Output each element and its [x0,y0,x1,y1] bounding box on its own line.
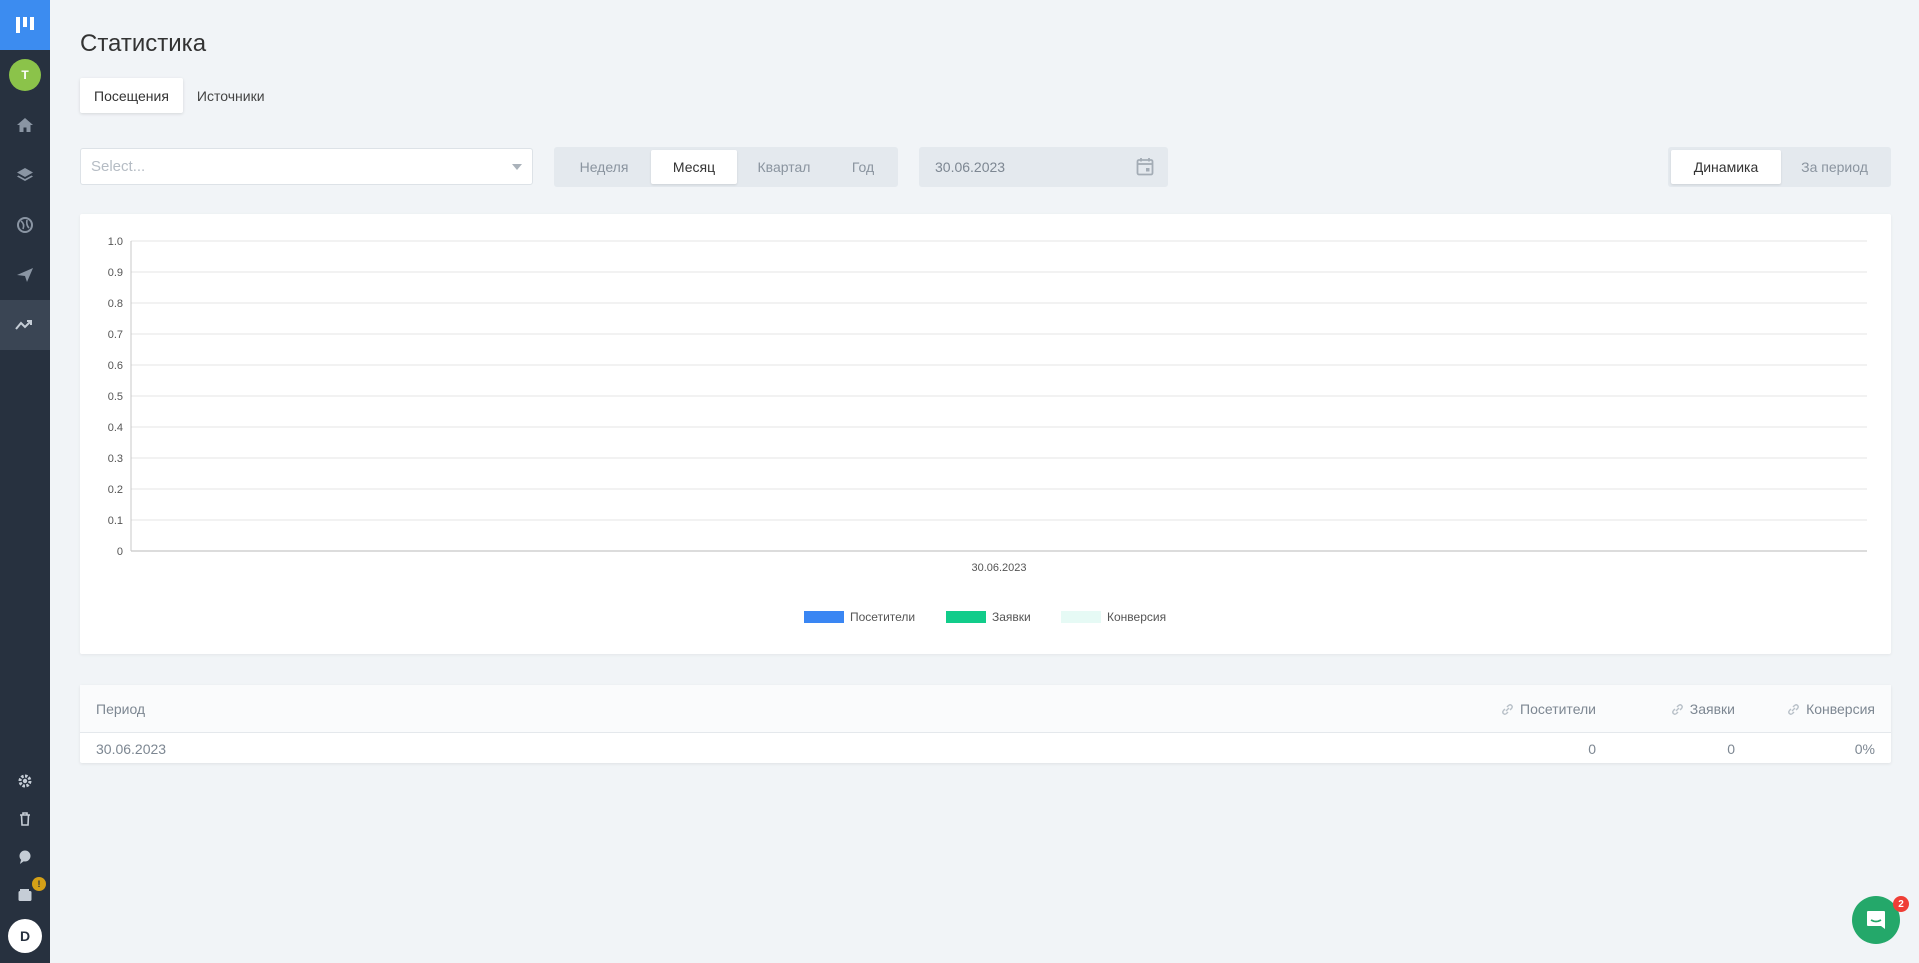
logo-icon [16,17,34,33]
home-icon [17,118,33,132]
logo[interactable] [0,0,50,50]
period-switch: Неделя Месяц Квартал Год [554,147,898,187]
analytics-icon [15,320,32,330]
chat-icon [1867,911,1885,929]
y-tick-label: 0.9 [108,267,123,279]
mode-switch: Динамика За период [1668,147,1891,187]
legend-swatch [1061,611,1101,623]
link-icon [1502,703,1513,715]
site-select[interactable]: Select... [80,148,533,185]
x-tick-label: 30.06.2023 [971,562,1026,574]
sidebar-item-home[interactable] [0,100,50,150]
notice-badge: ! [32,877,46,891]
globe-icon [17,217,33,233]
layers-icon [17,168,33,181]
legend-swatch [804,611,844,623]
user-avatar[interactable]: D [8,919,42,953]
y-tick-label: 1.0 [108,236,123,248]
y-tick-label: 0.5 [108,391,123,403]
sidebar-item-support[interactable] [12,844,38,870]
legend-swatch [946,611,986,623]
period-year-button[interactable]: Год [831,150,895,184]
legend-label: Конверсия [1107,610,1166,624]
stats-table: Период Посетители Заявки Конверсия 30.06… [80,685,1891,763]
column-header-requests[interactable]: Заявки [1671,701,1735,717]
y-tick-label: 0.1 [108,515,123,527]
sidebar-item-globe[interactable] [0,200,50,250]
column-label-requests: Заявки [1689,701,1735,717]
cell-visitors: 0 [1588,741,1596,757]
y-tick-label: 0.2 [108,484,123,496]
cell-requests: 0 [1727,741,1735,757]
tabs: Посещения Источники [80,78,279,113]
trash-icon [20,812,30,826]
column-header-conversion[interactable]: Конверсия [1787,701,1875,717]
send-icon [17,268,33,282]
column-header-visitors[interactable]: Посетители [1501,701,1596,717]
table-row: 30.06.2023 0 0 0% [80,733,1891,763]
chat-bubble-icon [19,850,31,864]
link-icon [1788,703,1800,715]
tab-visits[interactable]: Посещения [80,78,183,113]
column-label-period: Период [96,701,146,717]
chart-card: 0 0.1 0.2 0.3 0.4 0.5 0.6 0.7 0.8 0.9 1.0 30.06.202… [80,214,1891,654]
column-header-period[interactable]: Период [96,701,145,717]
link-icon [1671,703,1683,715]
y-tick-label: 0 [117,546,123,558]
y-tick-label: 0.4 [108,422,123,434]
period-quarter-button[interactable]: Квартал [737,150,831,184]
page-title: Статистика [80,30,207,57]
legend-label: Заявки [992,610,1031,624]
sidebar-item-settings[interactable] [12,768,38,794]
column-label-visitors: Посетители [1520,701,1596,717]
y-tick-label: 0.7 [108,329,123,341]
chat-unread-badge: 2 [1893,896,1909,912]
cell-period: 30.06.2023 [96,741,167,757]
table-header: Период Посетители Заявки Конверсия [80,685,1891,733]
column-label-conversion: Конверсия [1806,701,1875,717]
y-tick-label: 0.3 [108,453,123,465]
date-picker[interactable]: 30.06.2023 [919,147,1168,187]
wallet-icon [18,889,32,901]
y-tick-label: 0.8 [108,298,123,310]
date-value: 30.06.2023 [935,159,1006,175]
legend-label: Посетители [850,610,915,624]
tab-sources[interactable]: Источники [183,78,279,113]
select-placeholder: Select... [91,158,146,175]
mode-dynamics-button[interactable]: Динамика [1671,150,1781,184]
visits-chart: 0 0.1 0.2 0.3 0.4 0.5 0.6 0.7 0.8 0.9 1.0 30.06.202… [108,236,1867,624]
sidebar-item-analytics[interactable] [0,300,50,350]
sidebar-item-layers[interactable] [0,150,50,200]
chevron-down-icon [512,164,522,170]
project-avatar[interactable]: T [9,59,41,91]
sidebar-item-trash[interactable] [12,806,38,832]
calendar-icon [1136,158,1154,176]
cell-conversion: 0% [1854,741,1875,757]
period-week-button[interactable]: Неделя [557,150,651,184]
period-month-button[interactable]: Месяц [651,150,737,184]
y-tick-label: 0.6 [108,360,123,372]
mode-period-button[interactable]: За период [1781,150,1888,184]
sidebar-item-send[interactable] [0,250,50,300]
sidebar: T ! D [0,0,50,963]
gear-icon [18,774,32,788]
